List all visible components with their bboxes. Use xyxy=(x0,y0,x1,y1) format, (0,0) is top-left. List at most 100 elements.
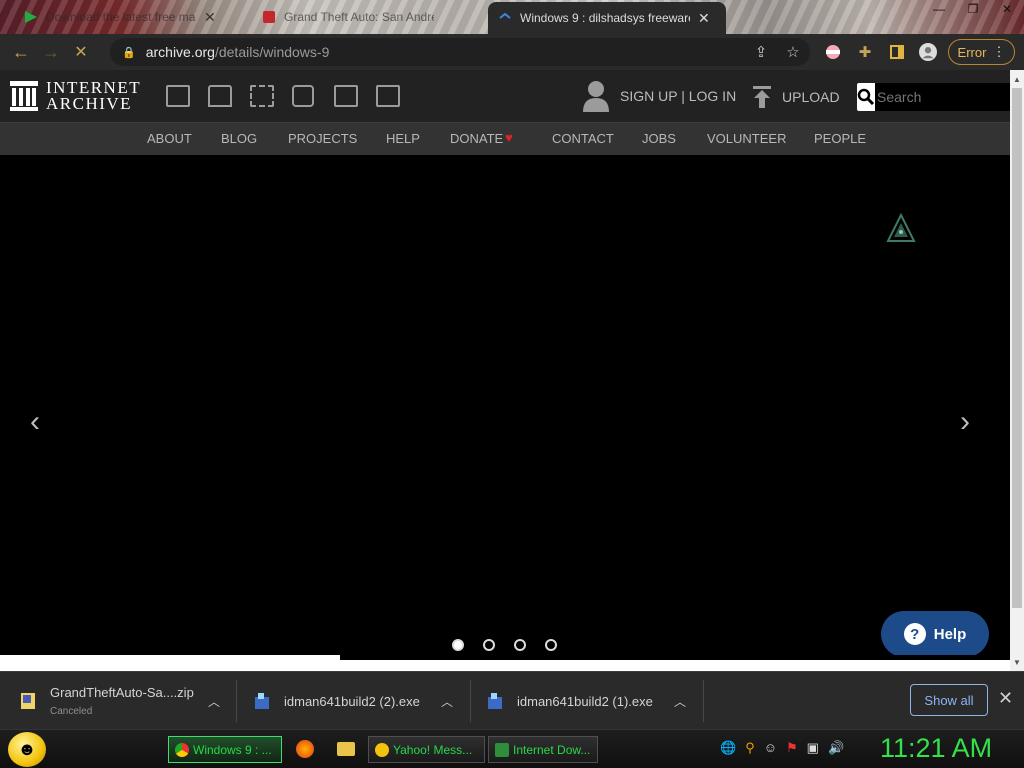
logo-line-2: ARCHIVE xyxy=(46,94,133,113)
search-icon[interactable] xyxy=(857,83,875,111)
system-tray: 🌐 ⚲ ☺ ⚑ ▣ 🔊 xyxy=(720,740,844,756)
nav-donate[interactable]: DONATE xyxy=(450,131,503,146)
magnifier-icon[interactable]: ⚲ xyxy=(745,740,755,756)
video-film-icon[interactable] xyxy=(250,85,274,107)
side-panel-icon[interactable] xyxy=(888,43,906,61)
back-icon[interactable]: ← xyxy=(6,37,36,67)
nav-jobs[interactable]: JOBS xyxy=(642,131,676,146)
help-button[interactable]: ? Help xyxy=(881,611,989,657)
share-icon[interactable]: ⇪ xyxy=(752,43,770,61)
address-bar[interactable]: 🔒 archive.org/details/windows-9 xyxy=(110,38,810,66)
archive-favicon-icon xyxy=(499,12,511,19)
tab-download-marvel[interactable]: Download the latest free marve ✕ xyxy=(14,2,244,32)
download-item[interactable]: idman641build2 (1).exe ︿ xyxy=(487,672,702,730)
volume-icon[interactable]: 🔊 xyxy=(828,740,844,756)
chevron-up-icon[interactable]: ︿ xyxy=(441,693,453,710)
close-window-icon[interactable]: ✕ xyxy=(990,0,1024,18)
page-scrollbar[interactable]: ▲ ▼ xyxy=(1010,70,1024,671)
nav-help[interactable]: HELP xyxy=(386,131,420,146)
screen: Download the latest free marve ✕ Grand T… xyxy=(0,0,1024,768)
audio-speaker-icon[interactable] xyxy=(292,85,314,107)
forward-icon[interactable]: → xyxy=(36,37,66,67)
profile-avatar-icon[interactable] xyxy=(919,43,937,61)
tab-close-icon[interactable]: ✕ xyxy=(698,10,710,27)
bookmark-star-icon[interactable]: ☆ xyxy=(784,43,802,61)
previous-slide-icon[interactable]: ‹ xyxy=(30,405,40,439)
taskbar-label: Internet Dow... xyxy=(513,742,591,757)
upload-label: UPLOAD xyxy=(782,89,840,105)
nav-people[interactable]: PEOPLE xyxy=(814,131,866,146)
slide-dot[interactable] xyxy=(545,639,557,651)
gta-favicon-icon xyxy=(263,11,275,23)
yahoo-smiley-icon xyxy=(375,742,389,757)
exe-file-icon xyxy=(488,693,502,709)
nav-volunteer[interactable]: VOLUNTEER xyxy=(707,131,786,146)
ia-search xyxy=(857,83,1024,111)
taskbar-item-idm[interactable]: Internet Dow... xyxy=(488,736,598,763)
lock-icon: 🔒 xyxy=(122,46,136,59)
archive-building-icon xyxy=(10,81,38,111)
nav-contact[interactable]: CONTACT xyxy=(552,131,614,146)
clock[interactable]: 11:21 AM xyxy=(880,733,992,764)
slide-dot[interactable] xyxy=(452,639,464,651)
sign-up-login-label: SIGN UP | LOG IN xyxy=(620,88,737,104)
idm-icon xyxy=(495,742,509,757)
show-all-button[interactable]: Show all xyxy=(910,684,988,716)
stop-loading-icon[interactable]: ✕ xyxy=(66,37,96,67)
firefox-icon[interactable] xyxy=(296,740,314,758)
taskbar: ☻ Windows 9 : ... Yahoo! Mess... Interne… xyxy=(0,729,1024,768)
smiley-start-icon[interactable]: ☻ xyxy=(8,732,46,767)
taskbar-item-yahoo[interactable]: Yahoo! Mess... xyxy=(368,736,485,763)
search-input[interactable] xyxy=(875,83,1024,111)
scroll-up-icon[interactable]: ▲ xyxy=(1010,72,1024,86)
texts-book-icon[interactable] xyxy=(208,85,232,107)
minimize-icon[interactable]: — xyxy=(922,0,956,18)
triangle-logo-icon xyxy=(886,213,916,242)
folder-icon[interactable] xyxy=(337,742,355,756)
taskbar-label: Windows 9 : ... xyxy=(193,742,272,757)
extensions-puzzle-icon[interactable]: ✚ xyxy=(856,43,874,61)
scroll-thumb[interactable] xyxy=(1012,88,1022,608)
taskbar-item-chrome[interactable]: Windows 9 : ... xyxy=(168,736,282,763)
download-item[interactable]: GrandTheftAuto-Sa....zip Canceled ︿ xyxy=(20,672,235,730)
tab-windows-9[interactable]: Windows 9 : dilshadsys freeware ✕ xyxy=(488,2,726,34)
nav-about[interactable]: ABOUT xyxy=(147,131,192,146)
flag-extension-icon[interactable] xyxy=(824,43,842,61)
tab-strip: Download the latest free marve ✕ Grand T… xyxy=(0,0,1024,34)
exe-file-icon xyxy=(255,693,269,709)
web-icon[interactable] xyxy=(166,85,190,107)
chevron-up-icon[interactable]: ︿ xyxy=(674,693,686,710)
upload-button[interactable]: UPLOAD xyxy=(752,86,840,108)
messenger-icon[interactable]: ☺ xyxy=(764,740,777,756)
chevron-up-icon[interactable]: ︿ xyxy=(208,693,220,710)
tab-title: Grand Theft Auto: San Andreas xyxy=(284,10,434,24)
slide-dot[interactable] xyxy=(483,639,495,651)
ia-header: INTERNET ARCHIVE SIGN UP | LOG IN UPLOAD xyxy=(0,70,1024,122)
tab-close-icon[interactable]: ✕ xyxy=(204,9,216,26)
url-text: archive.org/details/windows-9 xyxy=(146,44,330,60)
images-icon[interactable] xyxy=(376,85,400,107)
download-item[interactable]: idman641build2 (2).exe ︿ xyxy=(254,672,469,730)
close-downloads-icon[interactable]: ✕ xyxy=(998,688,1013,709)
ia-logo-text: INTERNET ARCHIVE xyxy=(46,79,141,113)
url-domain: archive.org xyxy=(145,44,215,60)
display-icon[interactable]: ▣ xyxy=(807,740,819,756)
nav-projects[interactable]: PROJECTS xyxy=(288,131,357,146)
next-slide-icon[interactable]: › xyxy=(960,405,970,439)
media-viewer: ‹ › ? Help xyxy=(0,155,1010,657)
error-button[interactable]: Error ⋮ xyxy=(948,39,1015,65)
browser-toolbar: ← → ✕ 🔒 archive.org/details/windows-9 ⇪ … xyxy=(0,34,1024,70)
software-disk-icon[interactable] xyxy=(334,85,358,107)
scroll-down-icon[interactable]: ▼ xyxy=(1010,655,1024,669)
tab-gta-san-andreas[interactable]: Grand Theft Auto: San Andreas xyxy=(252,2,482,32)
nav-blog[interactable]: BLOG xyxy=(221,131,257,146)
action-center-flag-icon[interactable]: ⚑ xyxy=(786,740,798,756)
slide-dot[interactable] xyxy=(514,639,526,651)
download-status: Canceled xyxy=(50,706,93,717)
download-name: idman641build2 (1).exe xyxy=(517,693,653,709)
network-globe-icon[interactable]: 🌐 xyxy=(720,740,736,756)
restore-icon[interactable]: ❐ xyxy=(956,0,990,18)
help-label: Help xyxy=(933,625,967,643)
ia-logo[interactable]: INTERNET ARCHIVE xyxy=(10,79,141,113)
sign-up-login[interactable]: SIGN UP | LOG IN xyxy=(582,80,736,112)
